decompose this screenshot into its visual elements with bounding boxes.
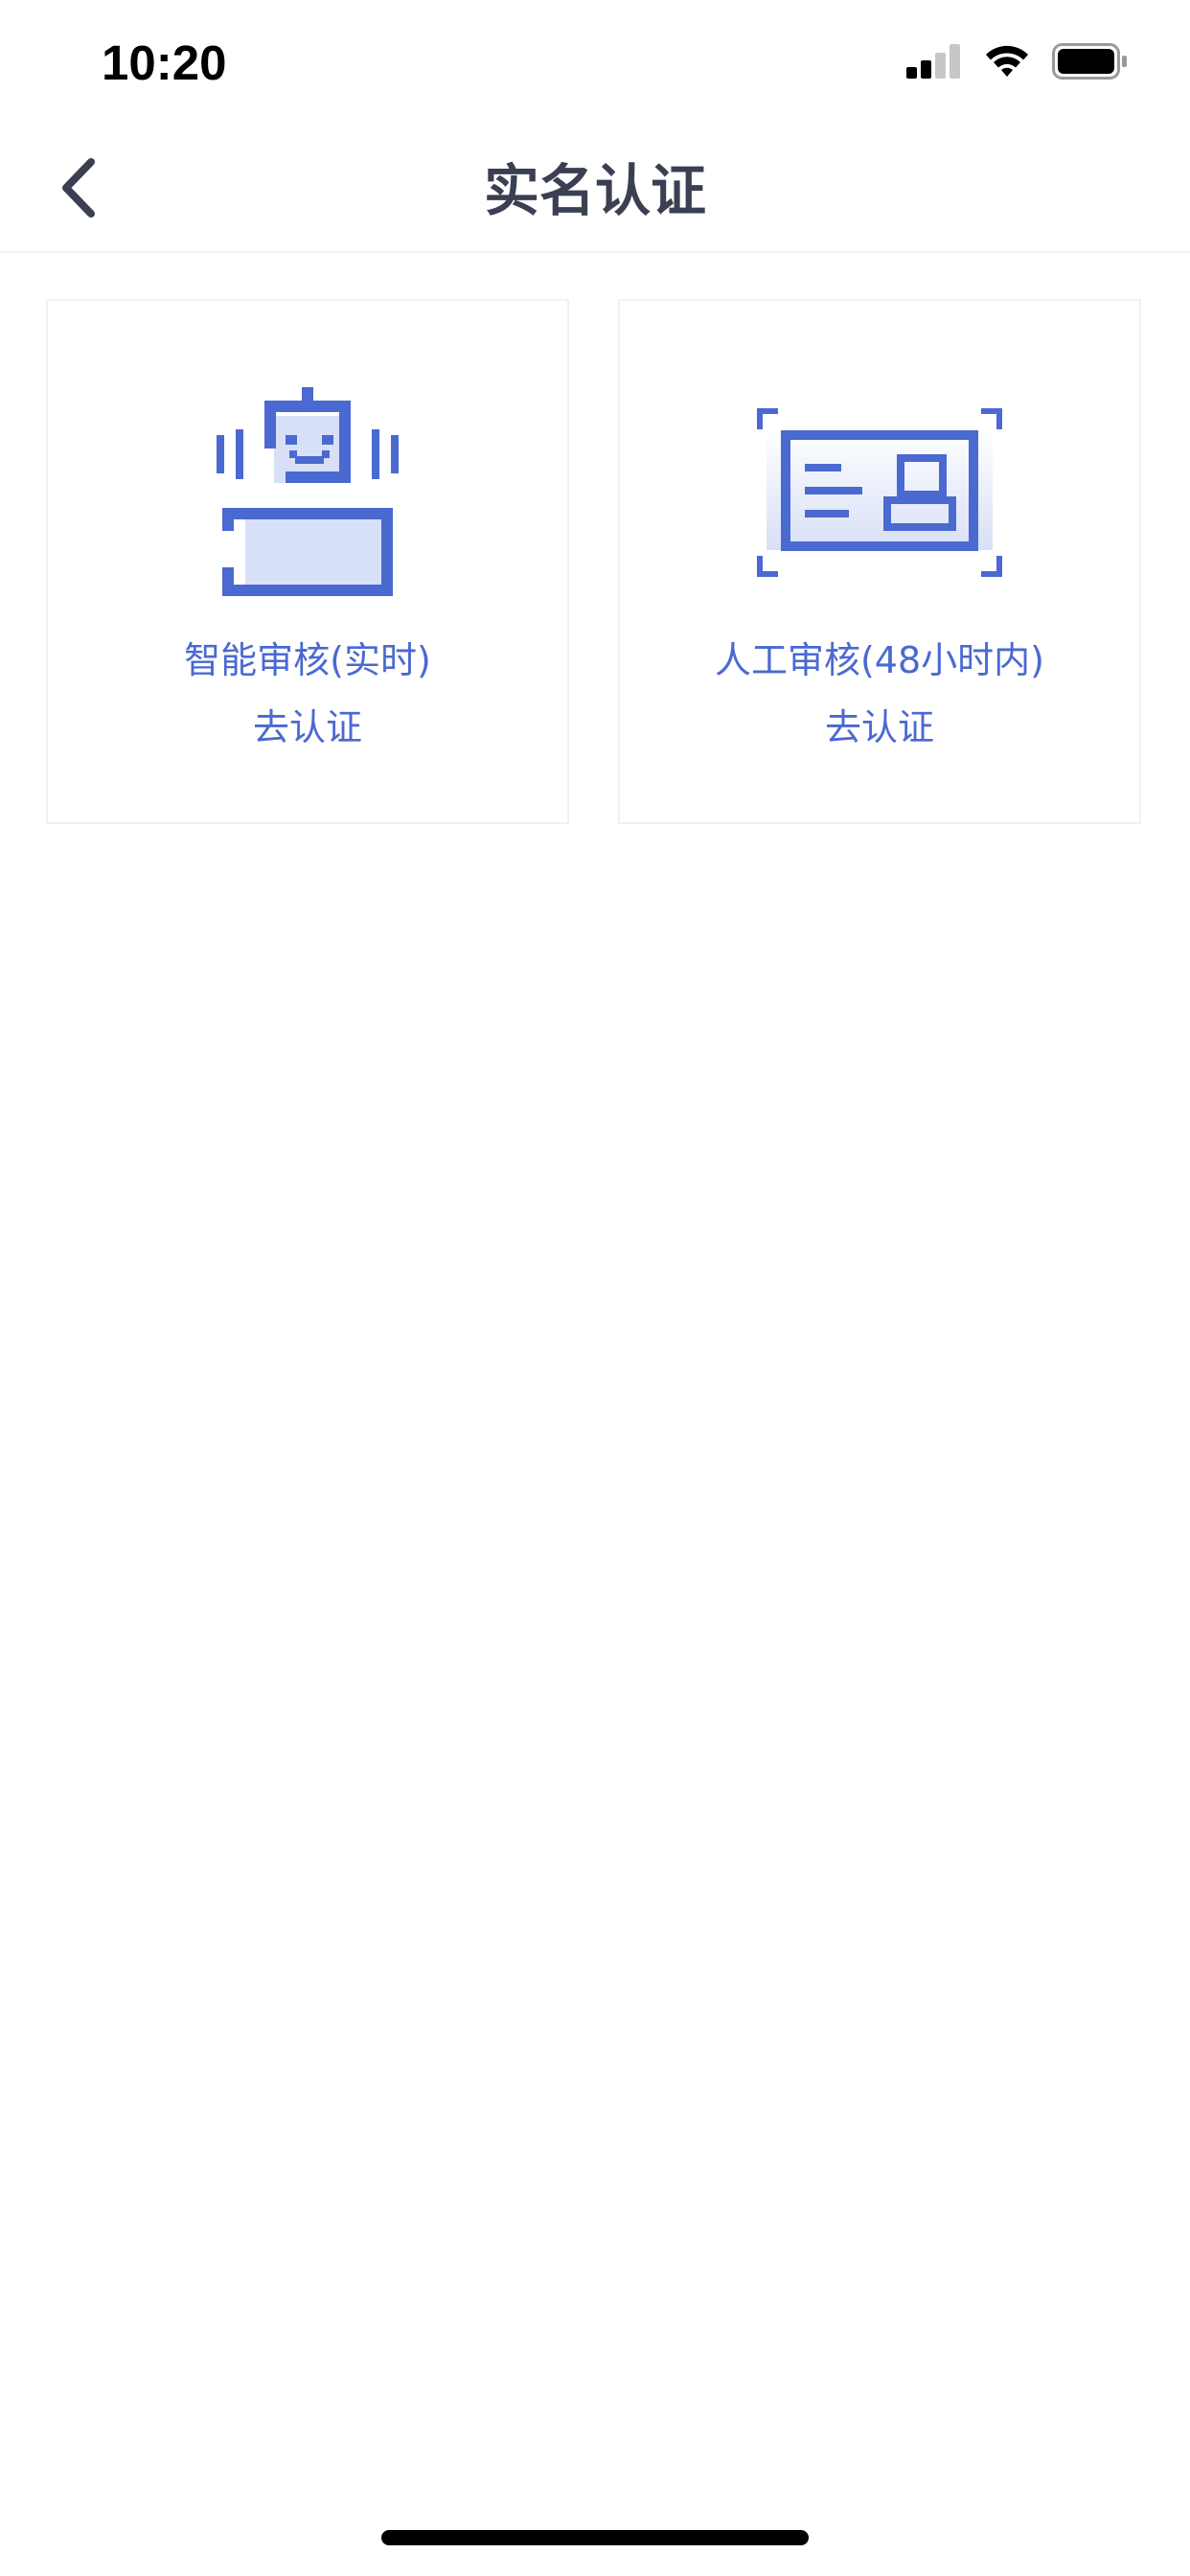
navigation-bar: 实名认证 [0,126,1190,253]
manual-review-verify-link[interactable]: 去认证 [620,703,1139,751]
verification-options: 智能审核(实时) 去认证 人工审核(48小时内) 去认证 [46,299,1144,824]
id-card-scan-icon [620,387,1139,598]
robot-icon [48,387,567,598]
status-icons [906,43,1129,83]
cellular-signal-icon [906,44,962,82]
home-indicator[interactable] [381,2530,809,2545]
battery-icon [1052,43,1129,83]
wifi-icon [983,44,1031,82]
manual-review-title: 人工审核(48小时内) [714,639,1044,681]
smart-review-title: 智能审核(实时) [184,639,431,681]
smart-review-card[interactable]: 智能审核(实时) 去认证 [46,299,569,824]
status-time: 10:20 [102,35,227,90]
smart-review-verify-link[interactable]: 去认证 [48,703,567,751]
status-bar: 10:20 [0,0,1190,126]
manual-review-card[interactable]: 人工审核(48小时内) 去认证 [618,299,1141,824]
page-title: 实名认证 [483,158,706,223]
